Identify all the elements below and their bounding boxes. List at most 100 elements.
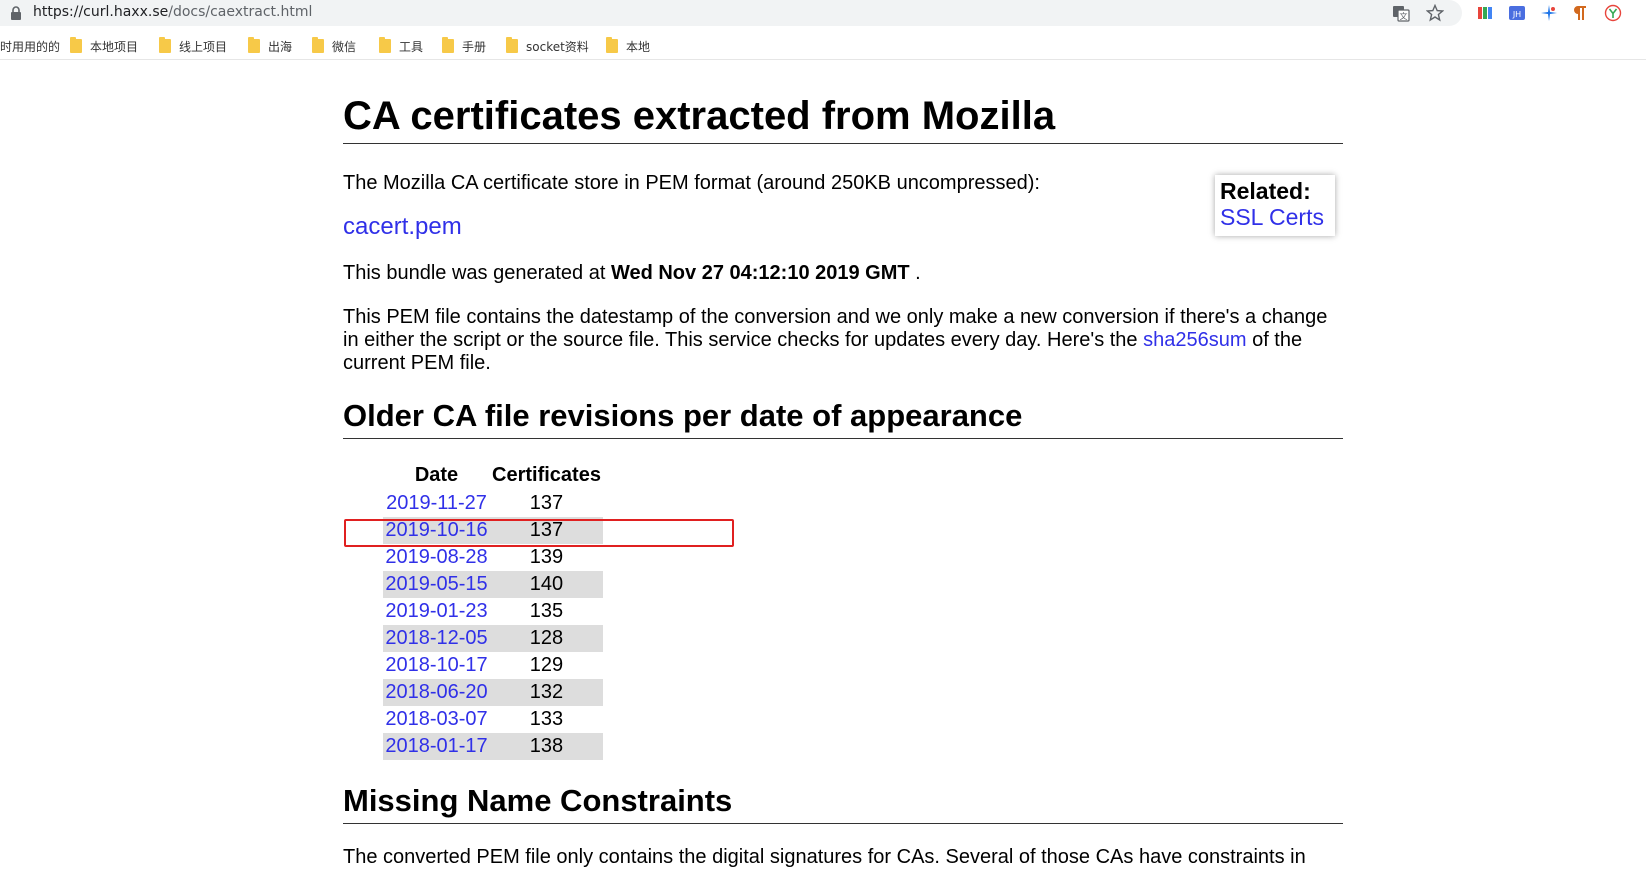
star-icon[interactable]	[1426, 4, 1444, 22]
bookmark-item[interactable]: 本地项目	[70, 37, 138, 55]
sha256sum-link[interactable]: sha256sum	[1143, 329, 1246, 351]
table-row: 2019-05-15 140	[383, 571, 603, 598]
revision-date-link[interactable]: 2019-05-15	[385, 573, 487, 595]
extension-icon-2[interactable]: JH	[1508, 4, 1526, 22]
table-row: 2018-12-05 128	[383, 625, 603, 652]
date-cell: 2018-01-17	[383, 733, 490, 760]
bookmark-item[interactable]: 本地	[606, 37, 650, 55]
folder-icon	[312, 37, 324, 53]
pem-description: This PEM file contains the datestamp of …	[343, 306, 1343, 375]
certificates-column-header: Certificates	[492, 463, 601, 486]
lock-icon[interactable]	[10, 6, 22, 20]
date-cell: 2019-01-23	[383, 598, 490, 625]
date-cell: 2019-11-27	[383, 490, 490, 517]
bookmark-item[interactable]: 微信	[312, 37, 356, 55]
revision-date-link[interactable]: 2018-06-20	[385, 681, 487, 703]
revisions-table: Date Certificates 2019-11-27 137 2019-10-…	[383, 460, 603, 760]
certificate-count: 138	[490, 733, 603, 760]
cacert-link[interactable]: cacert.pem	[343, 213, 462, 240]
date-cell: 2018-06-20	[383, 679, 490, 706]
revision-date-link[interactable]: 2018-01-17	[385, 735, 487, 757]
translate-icon[interactable]: 文	[1392, 4, 1410, 22]
intro-text: The Mozilla CA certificate store in PEM …	[343, 172, 1040, 194]
revision-date-link[interactable]: 2019-01-23	[385, 600, 487, 622]
svg-text:文: 文	[1400, 11, 1408, 21]
folder-icon	[70, 37, 82, 53]
missing-constraints-heading: Missing Name Constraints	[343, 783, 1343, 824]
generated-suffix: .	[909, 262, 921, 284]
folder-icon	[606, 37, 618, 53]
date-cell: 2019-05-15	[383, 571, 490, 598]
older-revisions-heading: Older CA file revisions per date of appe…	[343, 398, 1343, 439]
bookmark-label: 本地	[626, 39, 651, 54]
folder-icon	[506, 37, 518, 53]
certificate-count: 140	[490, 571, 603, 598]
bookmarks-bar: 时用用的的 本地项目 线上项目 出海 微信 工具 手册 socket资料 本地	[0, 30, 1646, 60]
bookmark-item[interactable]: 线上项目	[159, 37, 227, 55]
ssl-certs-link[interactable]: SSL Certs	[1220, 204, 1335, 230]
folder-icon	[442, 37, 454, 53]
date-cell: 2019-08-28	[383, 544, 490, 571]
related-title: Related:	[1220, 178, 1311, 204]
bookmark-item[interactable]: socket资料	[506, 37, 589, 55]
revision-date-link[interactable]: 2019-11-27	[386, 492, 487, 514]
table-row: 2018-03-07 133	[383, 706, 603, 733]
cacert-paragraph: cacert.pem	[343, 213, 462, 240]
certificate-count: 137	[529, 492, 564, 514]
bookmark-item[interactable]: 出海	[248, 37, 292, 55]
bookmark-item[interactable]: 工具	[379, 37, 423, 55]
folder-icon	[159, 37, 171, 53]
svg-text:JH: JH	[1512, 10, 1521, 19]
missing-constraints-text: The converted PEM file only contains the…	[343, 846, 1306, 868]
date-cell: 2018-03-07	[383, 706, 490, 733]
certificate-count: 132	[490, 679, 603, 706]
revision-date-link[interactable]: 2018-03-07	[385, 708, 487, 730]
certificate-count: 128	[490, 625, 603, 652]
page-content: CA certificates extracted from Mozilla T…	[343, 90, 1343, 868]
bookmark-label: 本地项目	[90, 39, 139, 54]
generated-date: Wed Nov 27 04:12:10 2019 GMT	[610, 262, 910, 284]
table-row: 2018-01-17 138	[383, 733, 603, 760]
url-text[interactable]: https://curl.haxx.se/docs/caextract.html	[33, 4, 312, 20]
bookmark-label: socket资料	[526, 39, 589, 54]
table-row: 2019-08-28 139	[383, 544, 603, 571]
certificate-count: 139	[529, 546, 564, 568]
bookmark-label: 工具	[399, 39, 424, 54]
table-row: 2019-11-27 137	[383, 490, 603, 517]
date-column-header: Date	[414, 463, 459, 486]
date-cell: 2018-10-17	[383, 652, 490, 679]
extension-icon-3[interactable]	[1540, 4, 1558, 22]
bookmark-item[interactable]: 手册	[442, 37, 486, 55]
extension-icon-1[interactable]	[1476, 4, 1494, 22]
folder-icon	[379, 37, 391, 53]
folder-icon	[248, 37, 260, 53]
highlight-box	[344, 519, 734, 547]
table-row: 2018-06-20 132	[383, 679, 603, 706]
omnibox[interactable]: https://curl.haxx.se/docs/caextract.html…	[0, 0, 1462, 26]
url-host: https://curl.haxx.se	[33, 4, 169, 20]
bookmark-label: 微信	[332, 39, 357, 54]
related-box: Related: SSL Certs	[1215, 175, 1335, 236]
revision-date-link[interactable]: 2018-10-17	[385, 654, 487, 676]
table-row: 2019-01-23 135	[383, 598, 603, 625]
revision-date-link[interactable]: 2019-08-28	[385, 546, 487, 568]
extension-icon-5[interactable]	[1604, 4, 1622, 22]
certificate-count: 129	[529, 654, 564, 676]
bookmark-item[interactable]: 时用用的的	[0, 37, 60, 55]
generated-text: This bundle was generated at Wed Nov 27 …	[343, 262, 921, 285]
date-cell: 2018-12-05	[383, 625, 490, 652]
bookmark-label: 出海	[268, 39, 293, 54]
table-header-row: Date Certificates	[383, 460, 603, 490]
certificate-count: 135	[529, 600, 564, 622]
extension-icon-4[interactable]	[1572, 4, 1590, 22]
generated-prefix: This bundle was generated at	[343, 262, 611, 284]
certificate-count: 133	[529, 708, 564, 730]
url-path: /docs/caextract.html	[168, 4, 313, 20]
bookmark-label: 线上项目	[179, 39, 228, 54]
address-bar: https://curl.haxx.se/docs/caextract.html…	[0, 0, 1646, 26]
bookmark-label: 时用用的的	[0, 39, 61, 54]
page-title: CA certificates extracted from Mozilla	[343, 90, 1343, 144]
bookmark-label: 手册	[462, 39, 487, 54]
table-row: 2018-10-17 129	[383, 652, 603, 679]
revision-date-link[interactable]: 2018-12-05	[385, 627, 487, 649]
